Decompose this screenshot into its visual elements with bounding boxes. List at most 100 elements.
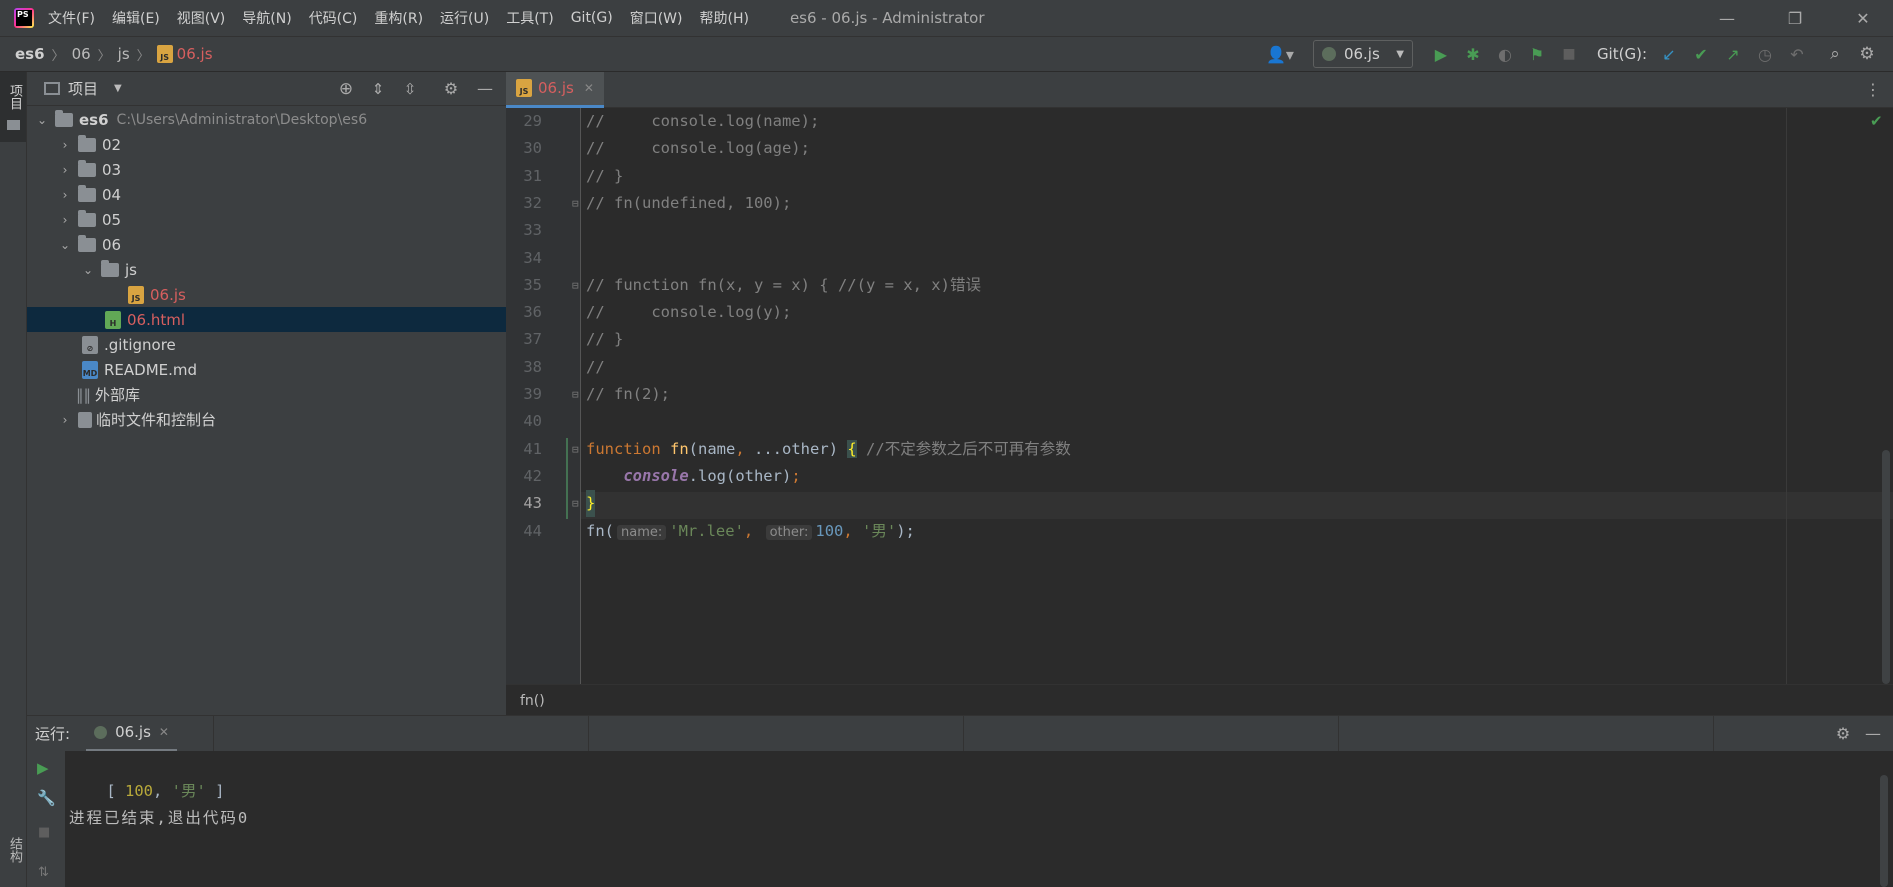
menu-code[interactable]: 代码(C) [309,8,358,28]
folder-icon [78,234,96,252]
more-icon[interactable]: ⋮ [1865,80,1881,99]
run-console[interactable]: [ 100, '男' ] 进程已结束,退出代码0 [65,751,1893,887]
side-tab-structure[interactable]: 结构 [0,827,26,887]
gear-icon[interactable]: ⚙ [1827,724,1859,743]
menu-git[interactable]: Git(G) [571,10,613,26]
user-icon[interactable]: 👤▾ [1263,45,1297,64]
chevron-down-icon[interactable]: ▼ [114,83,122,94]
stop-icon[interactable]: ■ [1553,46,1585,62]
folder-icon [7,120,20,130]
close-button[interactable]: ✕ [1833,9,1893,28]
more-actions-icon[interactable]: ⇅ [38,865,49,880]
folder-icon [78,209,96,227]
restore-button[interactable]: ❐ [1765,9,1825,28]
git-label: Git(G): [1596,45,1647,63]
code-line: 29// console.log(name); [523,112,820,130]
nodejs-icon [1321,47,1336,61]
code-line: 39 ⊟// fn(2); [506,381,1893,408]
menu-view[interactable]: 视图(V) [177,8,226,28]
chevron-right-icon: 〉 [97,48,111,64]
menu-edit[interactable]: 编辑(E) [112,8,160,28]
minimize-button[interactable]: — [1697,9,1757,28]
profile-icon[interactable]: ⚑ [1521,45,1553,64]
git-commit-icon[interactable]: ✔ [1685,45,1717,64]
collapse-all-icon[interactable]: ⇳ [394,80,426,98]
menu-window[interactable]: 窗口(W) [630,8,683,28]
console-scrollbar[interactable] [1880,775,1888,887]
tree-item-scratches[interactable]: › 临时文件和控制台 [27,407,506,432]
parameter-hint: other: [765,524,813,540]
gitignore-file-icon: ⊘ [82,335,98,354]
debug-icon[interactable]: ✱ [1457,45,1489,64]
gear-icon[interactable]: ⚙ [432,79,470,98]
breadcrumb: es6 〉 06 〉 js 〉 JS 06.js [15,45,213,64]
wrench-icon[interactable]: 🔧 [37,789,56,807]
tree-item-readme[interactable]: MD README.md [27,357,506,382]
gear-icon[interactable]: ⚙ [1851,44,1883,64]
menu-file[interactable]: 文件(F) [48,8,95,28]
fold-icon[interactable]: ⊟ [572,381,579,408]
folder-icon [55,109,73,127]
breadcrumb-js[interactable]: js [118,45,130,63]
locate-icon[interactable]: ⊕ [330,79,362,99]
project-panel: 项目 ▼ ⊕ ⇕ ⇳ ⚙ — ⌄ es6 C:\Users\Administra… [27,72,506,715]
code-breadcrumb[interactable]: fn() [520,693,545,709]
run-tab[interactable]: 06.js ✕ [86,716,177,752]
tree-item-folder-04[interactable]: › 04 [27,182,506,207]
hide-icon[interactable]: — [1859,724,1887,743]
tree-item-root[interactable]: ⌄ es6 C:\Users\Administrator\Desktop\es6 [27,107,506,132]
hide-icon[interactable]: — [470,79,500,98]
code-breadcrumb-bar: fn() [506,684,1893,716]
run-config-select[interactable]: 06.js ▼ [1312,40,1413,68]
parameter-hint: name: [617,524,667,540]
breadcrumb-es6[interactable]: es6 [15,45,45,63]
git-push-icon[interactable]: ↗ [1717,45,1749,64]
fold-icon[interactable]: ⊟ [572,272,579,299]
git-update-icon[interactable]: ↙ [1653,45,1685,64]
breadcrumb-06[interactable]: 06 [72,45,91,63]
code-line: 32 ⊟// fn(undefined, 100); [506,190,1893,217]
tab-06-js[interactable]: JS 06.js ✕ [506,71,604,108]
scratch-icon [78,411,92,428]
menu-run[interactable]: 运行(U) [440,8,489,28]
menu-tools[interactable]: 工具(T) [506,8,553,28]
rerun-icon[interactable]: ▶ [37,759,49,777]
chevron-right-icon: › [62,162,68,177]
breadcrumb-file[interactable]: 06.js [177,45,213,63]
fold-icon[interactable]: ⊟ [572,190,579,217]
rollback-icon[interactable]: ↶ [1781,45,1813,64]
fold-icon[interactable]: ⊟ [572,436,579,463]
code-line: 43 ⊟} [506,490,1893,518]
tree-item-folder-03[interactable]: › 03 [27,157,506,182]
menu-navigate[interactable]: 导航(N) [242,8,291,28]
menu-refactor[interactable]: 重构(R) [374,8,423,28]
tree-item-html-file[interactable]: H 06.html [27,307,506,332]
folder-icon [101,259,119,277]
tree-item-external-libs[interactable]: ‖‖ 外部库 [27,382,506,407]
tree-item-folder-06[interactable]: ⌄ 06 [27,232,506,257]
tree-item-folder-02[interactable]: › 02 [27,132,506,157]
code-line: 41 ⊟ function fn(name, ...other) { //不定参数之… [506,436,1893,463]
panel-divider [213,716,214,752]
panel-divider [963,716,964,752]
tree-item-folder-05[interactable]: › 05 [27,207,506,232]
project-panel-title[interactable]: 项目 [68,78,98,99]
run-icon[interactable]: ▶ [1425,45,1457,64]
chevron-right-icon: 〉 [51,48,65,64]
html-file-icon: H [105,310,121,329]
close-icon[interactable]: ✕ [584,81,594,95]
tree-item-folder-js[interactable]: ⌄ js [27,257,506,282]
code-line: 40 [523,412,542,431]
coverage-icon[interactable]: ◐ [1489,45,1521,64]
menu-help[interactable]: 帮助(H) [699,8,748,28]
tree-item-js-file[interactable]: JS 06.js [27,282,506,307]
close-icon[interactable]: ✕ [159,725,169,739]
code-line: 34 [523,248,542,267]
fold-icon[interactable]: ⊟ [572,490,579,517]
expand-all-icon[interactable]: ⇕ [362,80,394,98]
search-icon[interactable]: ⌕ [1819,44,1851,64]
side-tab-project[interactable]: 项目 [0,72,26,142]
history-icon[interactable]: ◷ [1749,45,1781,64]
stop-icon[interactable]: ■ [38,825,50,840]
tree-item-gitignore[interactable]: ⊘ .gitignore [27,332,506,357]
